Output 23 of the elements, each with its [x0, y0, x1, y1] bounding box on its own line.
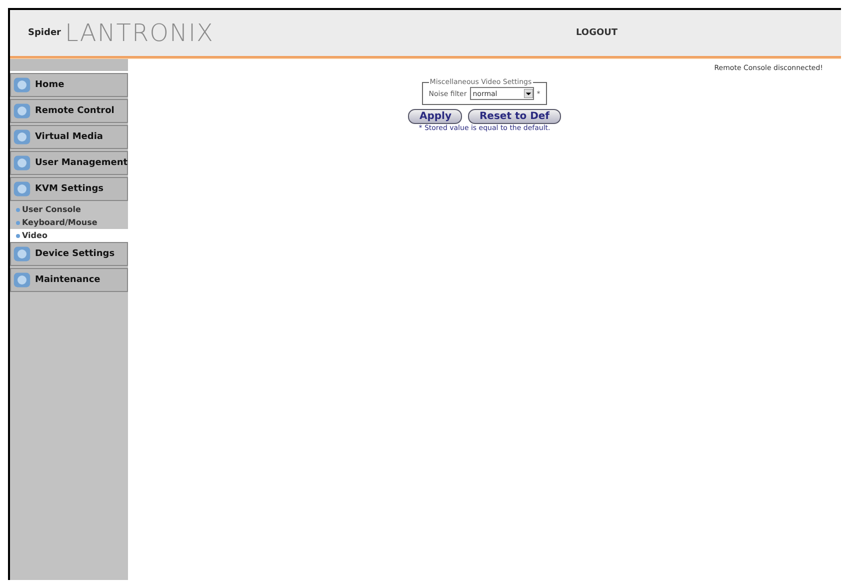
menu-icon: [13, 128, 31, 146]
dropdown-arrow-icon: [524, 89, 533, 98]
sidebar-item[interactable]: User Management: [10, 151, 128, 175]
form-button[interactable]: Apply: [408, 109, 462, 124]
logo-label: Spider: [28, 28, 61, 38]
menu-icon: [13, 102, 31, 120]
menu-icon: [13, 76, 31, 94]
sidebar-item[interactable]: Device Settings: [10, 242, 128, 266]
logout-link[interactable]: LOGOUT: [576, 28, 618, 38]
menu-icon: [13, 180, 31, 198]
menu-icon: [13, 245, 31, 263]
menu-icon: [13, 154, 31, 172]
sidebar-item[interactable]: Maintenance: [10, 268, 128, 292]
sidebar-item[interactable]: KVM Settings: [10, 177, 128, 201]
submenu-item[interactable]: User Console: [10, 203, 128, 216]
submenu-item[interactable]: Video: [10, 229, 128, 242]
sidebar-item[interactable]: Home: [10, 73, 128, 97]
sidebar-item[interactable]: Remote Control: [10, 99, 128, 123]
logo-text: LANTRONIX: [65, 19, 214, 47]
form-button[interactable]: Reset to Def: [468, 109, 561, 124]
sidebar-item[interactable]: Virtual Media: [10, 125, 128, 149]
submenu-item[interactable]: Keyboard/Mouse: [10, 216, 128, 229]
menu-icon: [13, 271, 31, 289]
